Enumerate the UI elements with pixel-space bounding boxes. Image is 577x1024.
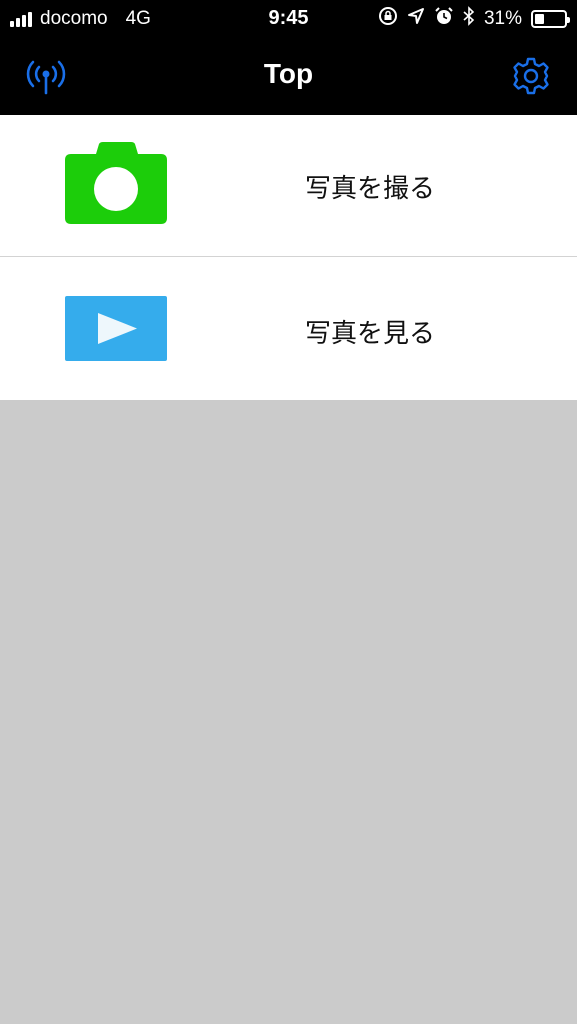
page-title: Top [263,58,314,89]
status-right: 31% [378,6,570,32]
empty-content-area [0,400,577,1024]
status-bar: docomo 4G 9:45 31% [0,0,577,38]
menu-item-take-photo[interactable]: 写真を撮る [0,115,577,257]
battery-icon [531,10,570,28]
menu-item-label: 写真を撮る [305,174,436,204]
location-icon [407,7,425,31]
camera-icon [65,142,167,224]
rotation-lock-icon [378,6,398,32]
bluetooth-icon [463,6,475,32]
battery-percent: 31% [483,8,522,29]
menu-item-view-photos[interactable]: 写真を見る [0,257,577,400]
navigation-bar: Top [0,38,577,115]
settings-button[interactable] [509,54,553,98]
gear-icon [513,57,549,95]
play-icon [65,296,167,361]
menu-list: 写真を撮る 写真を見る [0,115,577,400]
menu-item-label: 写真を見る [305,319,436,349]
alarm-icon [434,6,454,32]
